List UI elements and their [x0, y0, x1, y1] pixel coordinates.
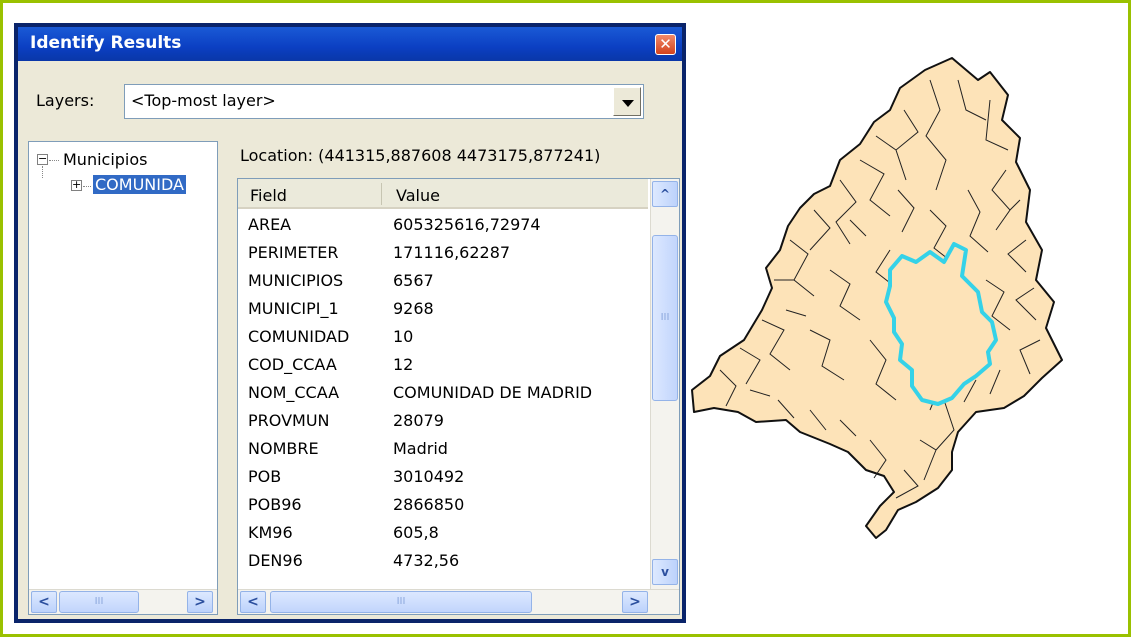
- table-row[interactable]: NOMBRE Madrid: [238, 435, 648, 463]
- region-outline: [691, 57, 1063, 539]
- field-cell: COD_CCAA: [248, 355, 337, 374]
- table-row[interactable]: DEN96 4732,56: [238, 547, 648, 575]
- grid-header: Field Value: [238, 179, 648, 209]
- scroll-thumb[interactable]: III: [270, 591, 532, 613]
- value-cell: 10: [393, 327, 414, 346]
- scroll-thumb[interactable]: III: [59, 591, 139, 613]
- value-cell: 2866850: [393, 495, 465, 514]
- table-row[interactable]: MUNICIPIOS 6567: [238, 267, 648, 295]
- value-cell: 6567: [393, 271, 434, 290]
- layers-dropdown[interactable]: <Top-most layer>: [124, 84, 644, 119]
- table-row[interactable]: POB96 2866850: [238, 491, 648, 519]
- tree-item-comunidad[interactable]: COMUNIDA: [93, 175, 186, 194]
- table-row[interactable]: COMUNIDAD 10: [238, 323, 648, 351]
- map-region: [691, 57, 1063, 539]
- field-cell: NOMBRE: [248, 439, 319, 458]
- location-readout: Location: (441315,887608 4473175,877241): [240, 146, 601, 165]
- tree-item-municipios[interactable]: Municipios: [63, 150, 148, 169]
- value-cell: COMUNIDAD DE MADRID: [393, 383, 593, 402]
- tree-connector: [49, 160, 59, 161]
- identify-results-window: Identify Results ✕ Layers: <Top-most lay…: [14, 23, 686, 623]
- table-row[interactable]: POB 3010492: [238, 463, 648, 491]
- table-row[interactable]: AREA 605325616,72974: [238, 211, 648, 239]
- grid-vertical-scrollbar[interactable]: ^ III v: [650, 179, 679, 589]
- title-bar[interactable]: Identify Results ✕: [18, 27, 682, 61]
- expand-toggle-icon[interactable]: +: [71, 179, 82, 191]
- value-cell: 3010492: [393, 467, 465, 486]
- value-cell: 171116,62287: [393, 243, 511, 262]
- table-row[interactable]: NOM_CCAA COMUNIDAD DE MADRID: [238, 379, 648, 407]
- value-cell: Madrid: [393, 439, 448, 458]
- layers-dropdown-value: <Top-most layer>: [131, 91, 276, 110]
- field-cell: AREA: [248, 215, 292, 234]
- value-cell: 4732,56: [393, 551, 460, 570]
- field-cell: POB: [248, 467, 282, 486]
- scroll-thumb[interactable]: III: [652, 235, 678, 401]
- madrid-municipalities-map[interactable]: [690, 40, 1130, 560]
- value-cell: 605,8: [393, 523, 439, 542]
- table-row[interactable]: PERIMETER 171116,62287: [238, 239, 648, 267]
- table-row[interactable]: MUNICIPI_1 9268: [238, 295, 648, 323]
- tree-connector: [83, 186, 91, 187]
- field-cell: NOM_CCAA: [248, 383, 340, 402]
- close-icon[interactable]: ✕: [655, 34, 676, 55]
- dropdown-arrow-icon[interactable]: [613, 87, 641, 116]
- collapse-toggle-icon[interactable]: −: [37, 153, 48, 165]
- table-row[interactable]: COD_CCAA 12: [238, 351, 648, 379]
- field-cell: POB96: [248, 495, 302, 514]
- field-cell: PROVMUN: [248, 411, 330, 430]
- window-body: Identify Results ✕ Layers: <Top-most lay…: [18, 27, 682, 619]
- grid-horizontal-scrollbar[interactable]: < III >: [238, 589, 679, 614]
- value-cell: 12: [393, 355, 414, 374]
- field-cell: DEN96: [248, 551, 303, 570]
- column-header-field[interactable]: Field: [250, 186, 287, 205]
- layers-label: Layers:: [36, 91, 95, 110]
- column-divider[interactable]: [381, 183, 382, 205]
- scroll-left-icon[interactable]: <: [240, 591, 266, 613]
- value-cell: 9268: [393, 299, 434, 318]
- scroll-up-icon[interactable]: ^: [652, 181, 678, 207]
- field-cell: MUNICIPIOS: [248, 271, 344, 290]
- table-row[interactable]: KM96 605,8: [238, 519, 648, 547]
- field-cell: COMUNIDAD: [248, 327, 350, 346]
- value-cell: 605325616,72974: [393, 215, 541, 234]
- scroll-left-icon[interactable]: <: [31, 591, 57, 613]
- column-header-value[interactable]: Value: [396, 186, 440, 205]
- value-cell: 28079: [393, 411, 444, 430]
- tree-connector: [42, 166, 43, 178]
- table-row[interactable]: PROVMUN 28079: [238, 407, 648, 435]
- tree-horizontal-scrollbar[interactable]: < III >: [29, 589, 217, 614]
- scroll-right-icon[interactable]: >: [622, 591, 648, 613]
- field-cell: KM96: [248, 523, 293, 542]
- scroll-right-icon[interactable]: >: [187, 591, 213, 613]
- field-cell: PERIMETER: [248, 243, 339, 262]
- results-tree: − Municipios + COMUNIDA < III >: [28, 141, 218, 615]
- attribute-grid: Field Value AREA 605325616,72974 PERIMETE…: [237, 178, 680, 615]
- scroll-down-icon[interactable]: v: [652, 559, 678, 585]
- field-cell: MUNICIPI_1: [248, 299, 339, 318]
- window-title: Identify Results: [30, 33, 182, 53]
